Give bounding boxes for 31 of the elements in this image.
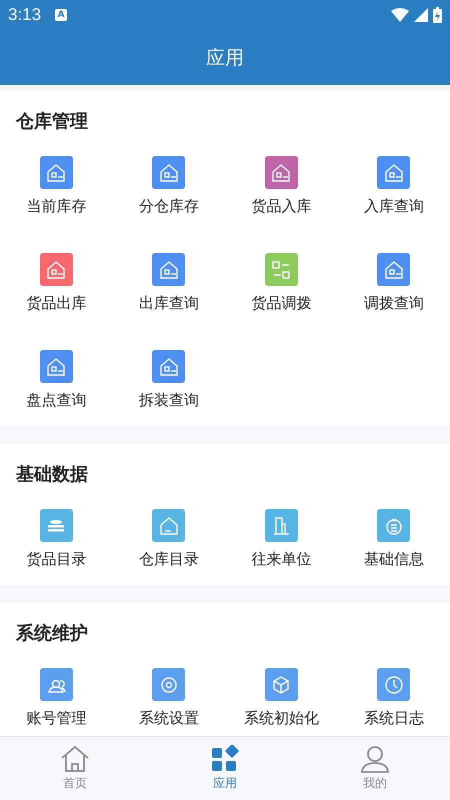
nav-tab[interactable]: 应用 [150,737,300,800]
notification-icon: A [55,9,68,21]
app-tile[interactable]: 系统设置 [112,663,225,736]
app-tile[interactable]: 调拨查询 [338,248,450,326]
app-tile[interactable]: 当前库存 [0,151,112,229]
app-tile[interactable]: 货品调拨 [225,248,338,326]
section-title: 仓库管理 [14,110,89,134]
app-tile[interactable]: 仓库目录 [112,504,225,582]
user-icon [361,746,389,773]
app-tile[interactable]: 拆装查询 [112,345,225,423]
home-icon [61,746,89,772]
page-title: 应用 [205,46,245,70]
app-tile[interactable]: 货品目录 [0,504,112,582]
app-tile[interactable]: 账号管理 [0,663,112,736]
app-tile[interactable]: 系统日志 [338,663,450,736]
app-tile[interactable]: 分仓库存 [112,151,225,229]
app-tile[interactable]: 货品出库 [0,248,112,326]
app-tile[interactable]: 盘点查询 [0,345,112,423]
section-title: 基础数据 [15,463,89,487]
wifi-icon [391,8,409,22]
app-tile[interactable]: 基础信息 [338,504,450,582]
battery-icon [433,7,442,23]
app-tile[interactable]: 系统初始化 [225,663,338,736]
section-title: 系统维护 [14,622,89,646]
status-time: 3:13 [8,5,42,25]
signal-icon [414,8,428,22]
app-tile[interactable]: 出库查询 [112,248,225,326]
app-tile[interactable]: 入库查询 [338,151,450,229]
app-tile[interactable]: 往来单位 [225,504,338,582]
app-tile[interactable]: 货品入库 [225,151,338,229]
grid-icon [212,745,240,771]
